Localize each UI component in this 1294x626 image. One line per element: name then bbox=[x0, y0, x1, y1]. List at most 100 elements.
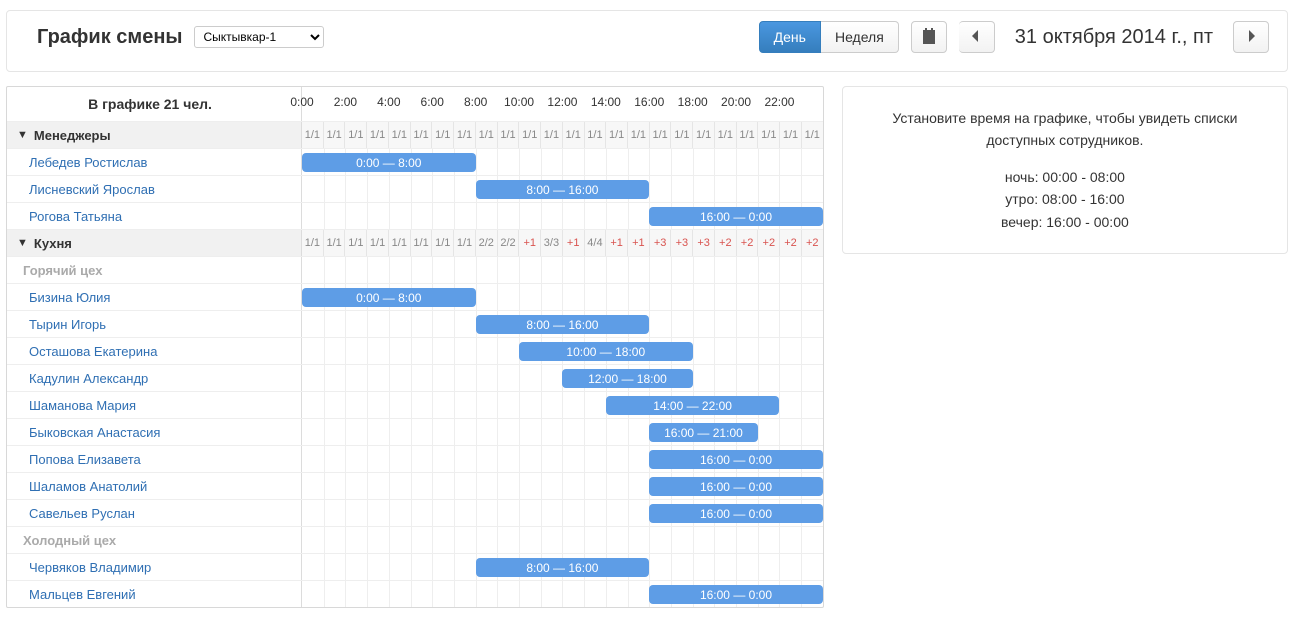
hour-label: 14:00 bbox=[591, 95, 621, 109]
ratio-cell: 1/1 bbox=[562, 122, 584, 148]
employee-grid[interactable]: 16:00 — 0:00 bbox=[302, 203, 823, 229]
employee-link[interactable]: Лисневский Ярослав bbox=[29, 182, 155, 197]
ratio-cell: 1/1 bbox=[388, 122, 410, 148]
side-help-text: Установите время на графике, чтобы увиде… bbox=[857, 107, 1273, 152]
ratio-cell: 2/2 bbox=[497, 230, 519, 256]
employee-row: Червяков Владимир 8:00 — 16:00 bbox=[7, 553, 823, 580]
ratio-cell: +3 bbox=[692, 230, 714, 256]
employee-row: Шаманова Мария 14:00 — 22:00 bbox=[7, 391, 823, 418]
ratio-cell: 1/1 bbox=[757, 122, 779, 148]
employee-row: Мальцев Евгений 16:00 — 0:00 bbox=[7, 580, 823, 607]
employee-link[interactable]: Рогова Татьяна bbox=[29, 209, 122, 224]
employee-link[interactable]: Мальцев Евгений bbox=[29, 587, 136, 602]
hour-label: 10:00 bbox=[504, 95, 534, 109]
group-name: Кухня bbox=[34, 236, 72, 251]
employee-link[interactable]: Савельев Руслан bbox=[29, 506, 135, 521]
ratio-cell: 1/1 bbox=[431, 122, 453, 148]
next-date-button[interactable] bbox=[1233, 21, 1269, 53]
employee-grid[interactable]: 0:00 — 8:00 bbox=[302, 149, 823, 175]
shift-bar[interactable]: 16:00 — 0:00 bbox=[649, 450, 823, 469]
ratio-cell: 1/1 bbox=[366, 122, 388, 148]
employee-grid[interactable]: 16:00 — 0:00 bbox=[302, 581, 823, 607]
ratio-cell: 3/3 bbox=[540, 230, 562, 256]
ratio-cell: 1/1 bbox=[323, 230, 345, 256]
employee-link[interactable]: Червяков Владимир bbox=[29, 560, 151, 575]
calendar-button[interactable] bbox=[911, 21, 947, 53]
shift-bar[interactable]: 16:00 — 0:00 bbox=[649, 585, 823, 604]
employee-link[interactable]: Попова Елизавета bbox=[29, 452, 141, 467]
employee-link[interactable]: Шаманова Мария bbox=[29, 398, 136, 413]
group-row[interactable]: ▼Менеджеры1/11/11/11/11/11/11/11/11/11/1… bbox=[7, 121, 823, 148]
ratio-cell: 1/1 bbox=[366, 230, 388, 256]
page-title: График смены bbox=[37, 26, 182, 49]
hour-label: 6:00 bbox=[421, 95, 444, 109]
shift-bar[interactable]: 16:00 — 0:00 bbox=[649, 207, 823, 226]
employee-grid[interactable]: 16:00 — 21:00 bbox=[302, 419, 823, 445]
employee-row: Лебедев Ростислав 0:00 — 8:00 bbox=[7, 148, 823, 175]
prev-date-button[interactable] bbox=[959, 21, 995, 53]
employee-grid[interactable]: 8:00 — 16:00 bbox=[302, 176, 823, 202]
shift-bar[interactable]: 0:00 — 8:00 bbox=[302, 288, 476, 307]
shift-bar[interactable]: 16:00 — 0:00 bbox=[649, 477, 823, 496]
employee-grid[interactable]: 16:00 — 0:00 bbox=[302, 473, 823, 499]
shift-bar[interactable]: 0:00 — 8:00 bbox=[302, 153, 476, 172]
employee-row: Кадулин Александр 12:00 — 18:00 bbox=[7, 364, 823, 391]
ratio-cell: 1/1 bbox=[584, 122, 606, 148]
employee-row: Быковская Анастасия 16:00 — 21:00 bbox=[7, 418, 823, 445]
shift-bar[interactable]: 8:00 — 16:00 bbox=[476, 558, 650, 577]
view-week-button[interactable]: Неделя bbox=[821, 21, 899, 53]
employee-grid[interactable]: 12:00 — 18:00 bbox=[302, 365, 823, 391]
employee-row: Савельев Руслан 16:00 — 0:00 bbox=[7, 499, 823, 526]
employee-row: Рогова Татьяна 16:00 — 0:00 bbox=[7, 202, 823, 229]
ratio-cell: +2 bbox=[779, 230, 801, 256]
shift-evening: вечер: 16:00 - 00:00 bbox=[857, 211, 1273, 233]
subgroup-row: Холодный цех bbox=[7, 526, 823, 553]
employee-row: Попова Елизавета 16:00 — 0:00 bbox=[7, 445, 823, 472]
ratio-cell: +1 bbox=[562, 230, 584, 256]
location-select[interactable]: Сыктывкар-1 bbox=[194, 26, 324, 48]
employee-link[interactable]: Кадулин Александр bbox=[29, 371, 148, 386]
employee-link[interactable]: Бизина Юлия bbox=[29, 290, 110, 305]
employee-link[interactable]: Шаламов Анатолий bbox=[29, 479, 147, 494]
shift-bar[interactable]: 12:00 — 18:00 bbox=[562, 369, 692, 388]
employee-link[interactable]: Лебедев Ростислав bbox=[29, 155, 147, 170]
ratio-cell: 4/4 bbox=[584, 230, 606, 256]
shift-bar[interactable]: 8:00 — 16:00 bbox=[476, 315, 650, 334]
ratio-cell: 1/1 bbox=[431, 230, 453, 256]
chevron-left-icon bbox=[968, 28, 984, 47]
employee-row: Лисневский Ярослав 8:00 — 16:00 bbox=[7, 175, 823, 202]
employee-grid[interactable]: 14:00 — 22:00 bbox=[302, 392, 823, 418]
shift-bar[interactable]: 8:00 — 16:00 bbox=[476, 180, 650, 199]
group-row[interactable]: ▼Кухня1/11/11/11/11/11/11/11/12/22/2+13/… bbox=[7, 229, 823, 256]
ratio-cell: +3 bbox=[649, 230, 671, 256]
hours-grid: 0:002:004:006:008:0010:0012:0014:0016:00… bbox=[302, 87, 823, 121]
shift-bar[interactable]: 10:00 — 18:00 bbox=[519, 342, 693, 361]
employee-grid[interactable]: 8:00 — 16:00 bbox=[302, 311, 823, 337]
ratio-cell: 1/1 bbox=[605, 122, 627, 148]
ratio-cell: 1/1 bbox=[344, 122, 366, 148]
ratio-cell: +1 bbox=[627, 230, 649, 256]
ratio-cell: +3 bbox=[670, 230, 692, 256]
hour-label: 18:00 bbox=[678, 95, 708, 109]
caret-down-icon: ▼ bbox=[17, 237, 28, 249]
employee-link[interactable]: Тырин Игорь bbox=[29, 317, 106, 332]
hour-label: 2:00 bbox=[334, 95, 357, 109]
ratio-cell: 1/1 bbox=[540, 122, 562, 148]
employee-grid[interactable]: 16:00 — 0:00 bbox=[302, 446, 823, 472]
calendar-icon bbox=[921, 28, 937, 47]
ratio-cell: +2 bbox=[801, 230, 823, 256]
ratio-cell: 1/1 bbox=[453, 122, 475, 148]
shift-bar[interactable]: 14:00 — 22:00 bbox=[606, 396, 780, 415]
employee-grid[interactable]: 16:00 — 0:00 bbox=[302, 500, 823, 526]
shift-bar[interactable]: 16:00 — 21:00 bbox=[649, 423, 757, 442]
ratio-cell: 1/1 bbox=[453, 230, 475, 256]
employee-grid[interactable]: 0:00 — 8:00 bbox=[302, 284, 823, 310]
employee-grid[interactable]: 8:00 — 16:00 bbox=[302, 554, 823, 580]
view-toggle: День Неделя bbox=[759, 21, 899, 53]
employee-link[interactable]: Быковская Анастасия bbox=[29, 425, 160, 440]
shift-bar[interactable]: 16:00 — 0:00 bbox=[649, 504, 823, 523]
ratio-cell: 1/1 bbox=[497, 122, 519, 148]
view-day-button[interactable]: День bbox=[759, 21, 821, 53]
employee-grid[interactable]: 10:00 — 18:00 bbox=[302, 338, 823, 364]
employee-link[interactable]: Осташова Екатерина bbox=[29, 344, 157, 359]
